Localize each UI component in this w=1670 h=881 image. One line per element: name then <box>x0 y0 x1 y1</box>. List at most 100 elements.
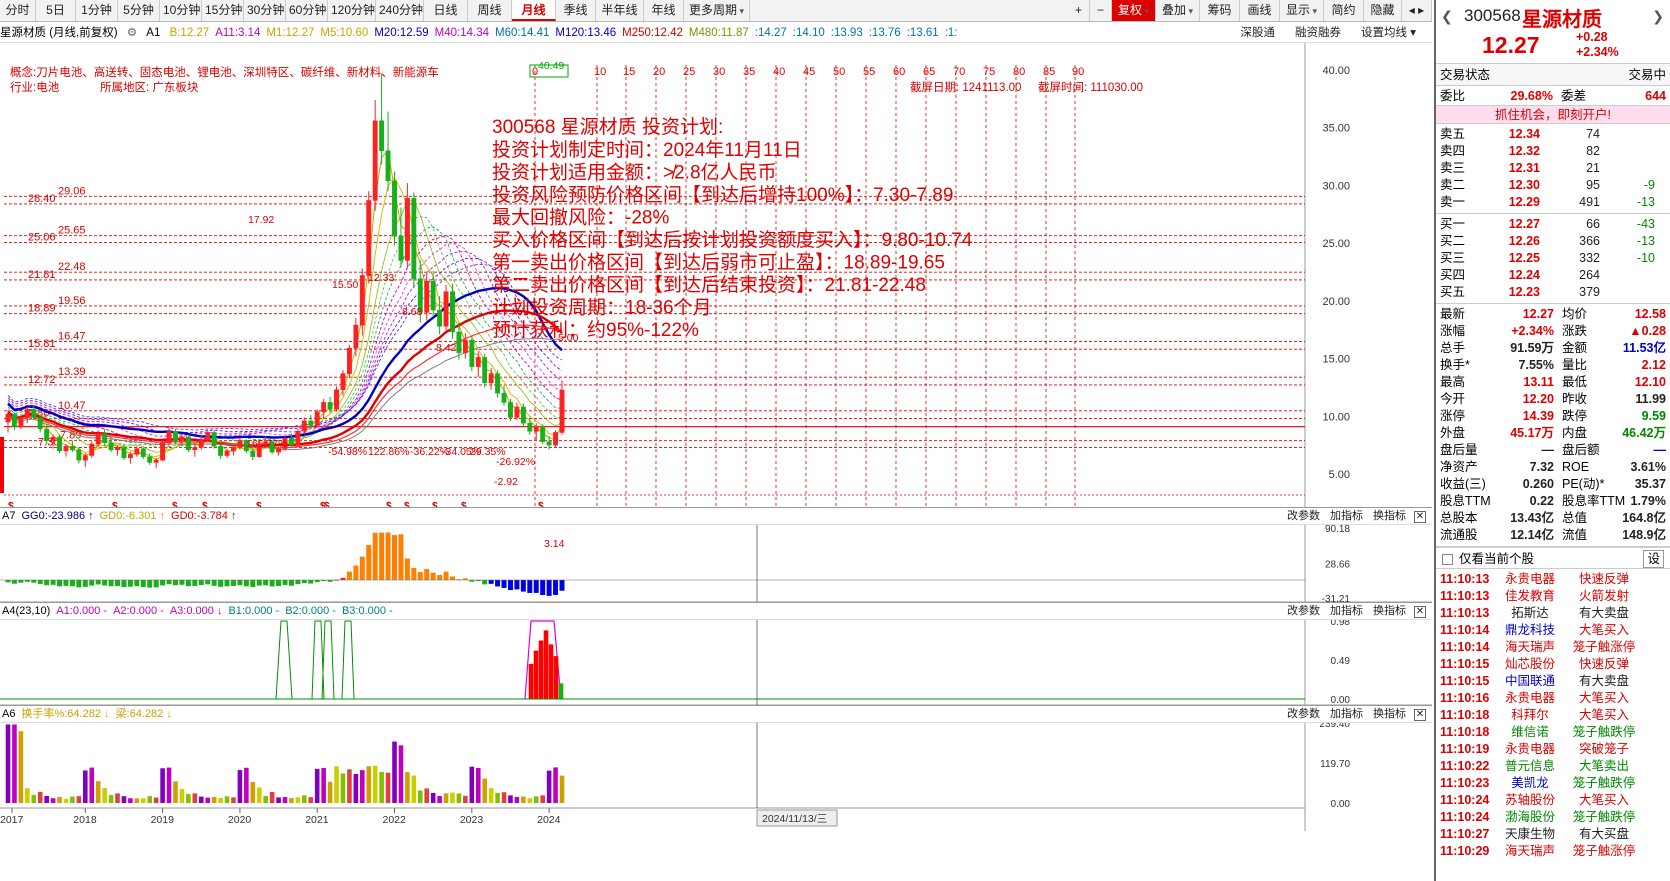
candle-81[interactable] <box>527 417 533 435</box>
draw-line-button[interactable]: 画线 <box>1240 0 1280 21</box>
tick-row[interactable]: 11:10:13 永贵电器 快速反弹 <box>1436 571 1670 588</box>
header-link-1[interactable]: 融资融券 <box>1295 27 1341 39</box>
tick-stock-name[interactable]: 海天瑞声 <box>1496 843 1564 860</box>
tick-stock-name[interactable]: 佳发教育 <box>1496 588 1564 605</box>
period-tab-13[interactable]: 季线 <box>556 0 596 21</box>
brief-button[interactable]: 简约 <box>1324 0 1364 21</box>
tick-stock-name[interactable]: 科拜尔 <box>1496 707 1564 724</box>
candle-58[interactable] <box>379 73 385 165</box>
tick-row[interactable]: 11:10:24 渤海股份 笼子触跌停 <box>1436 809 1670 826</box>
candle-60[interactable] <box>392 171 397 246</box>
period-tab-3[interactable]: 5分钟 <box>118 0 160 21</box>
panel_a4-btn-0[interactable]: 改参数 <box>1287 605 1320 617</box>
candle-74[interactable] <box>482 353 488 388</box>
tick-stock-name[interactable]: 永贵电器 <box>1496 690 1564 707</box>
panel_a7-btn-0[interactable]: 改参数 <box>1287 510 1320 522</box>
sells-row[interactable]: 卖三 12.31 21 <box>1436 160 1670 177</box>
tick-stock-name[interactable]: 永贵电器 <box>1496 741 1564 758</box>
tick-stock-name[interactable]: 天康生物 <box>1496 826 1564 843</box>
candle-12[interactable] <box>82 453 88 468</box>
candle-53[interactable] <box>346 344 352 379</box>
candle-69[interactable] <box>450 283 455 339</box>
candle-24[interactable] <box>160 440 166 462</box>
panel_a6-name[interactable]: A6 <box>2 708 15 720</box>
sells-row[interactable]: 卖五 12.34 74 <box>1436 126 1670 143</box>
candle-45[interactable] <box>295 428 301 447</box>
period-tab-9[interactable]: 240分钟 <box>376 0 424 21</box>
panel_a7-btn-2[interactable]: 换指标 <box>1373 510 1406 522</box>
candle-32[interactable] <box>211 430 217 449</box>
candle-17[interactable] <box>115 445 120 456</box>
checkbox-icon[interactable] <box>1442 554 1453 566</box>
buys-row[interactable]: 买二 12.26 366 -13 <box>1436 233 1670 250</box>
candle-66[interactable] <box>430 270 436 318</box>
tick-stock-name[interactable]: 普元信息 <box>1496 758 1564 775</box>
candle-49[interactable] <box>321 398 327 419</box>
hide-button[interactable]: 隐藏 <box>1364 0 1402 21</box>
tick-row[interactable]: 11:10:29 海天瑞声 笼子触涨停 <box>1436 843 1670 860</box>
candle-54[interactable] <box>353 318 359 357</box>
tick-row[interactable]: 11:10:23 美凯龙 笼子触跌停 <box>1436 775 1670 792</box>
candle-85[interactable] <box>553 430 559 448</box>
candle-10[interactable] <box>69 440 75 453</box>
header-link-0[interactable]: 深股通 <box>1241 27 1276 39</box>
next-stock-icon[interactable]: ❯ <box>1652 8 1664 25</box>
tick-stock-name[interactable]: 维信诺 <box>1496 724 1564 741</box>
candle-63[interactable] <box>411 192 417 289</box>
header-link-2[interactable]: 设置均线 ▾ <box>1361 27 1416 39</box>
tick-row[interactable]: 11:10:13 佳发教育 火箭发射 <box>1436 588 1670 605</box>
only-current-toggle[interactable]: 仅看当前个股 设 <box>1436 547 1670 569</box>
restore-rights-button[interactable]: 复权 <box>1112 0 1156 21</box>
candle-5[interactable] <box>37 416 43 433</box>
close-icon[interactable]: ✕ <box>1414 709 1426 721</box>
indicator-name[interactable]: A1 <box>146 27 160 39</box>
period-tab-10[interactable]: 日线 <box>424 0 468 21</box>
tick-row[interactable]: 11:10:18 维信诺 笼子触跌停 <box>1436 724 1670 741</box>
tick-stock-name[interactable]: 永贵电器 <box>1496 571 1564 588</box>
scroll-arrows-button[interactable]: ◂ ▸ <box>1402 0 1432 21</box>
panel_a6-btn-0[interactable]: 改参数 <box>1287 708 1320 720</box>
tick-row[interactable]: 11:10:14 海天瑞声 笼子触涨停 <box>1436 639 1670 656</box>
period-tab-1[interactable]: 5日 <box>36 0 76 21</box>
candle-13[interactable] <box>89 441 95 458</box>
tick-stock-name[interactable]: 中国联通 <box>1496 673 1564 690</box>
candle-56[interactable] <box>366 191 372 284</box>
buys-row[interactable]: 买四 12.24 264 <box>1436 267 1670 284</box>
period-tab-2[interactable]: 1分钟 <box>76 0 118 21</box>
candle-68[interactable] <box>443 284 449 333</box>
candle-19[interactable] <box>127 452 133 464</box>
tick-stock-name[interactable]: 鼎龙科技 <box>1496 622 1564 639</box>
panel_a7-name[interactable]: A7 <box>2 510 15 522</box>
candle-50[interactable] <box>327 396 333 413</box>
panel_a4-btn-2[interactable]: 换指标 <box>1373 605 1406 617</box>
candle-78[interactable] <box>508 398 513 421</box>
sells-row[interactable]: 卖四 12.32 82 <box>1436 143 1670 160</box>
candle-59[interactable] <box>385 111 391 192</box>
period-tab-11[interactable]: 周线 <box>468 0 512 21</box>
candle-21[interactable] <box>140 447 146 459</box>
candle-76[interactable] <box>495 370 501 398</box>
panel_a4-name[interactable]: A4(23,10) <box>2 605 50 617</box>
tick-stock-name[interactable]: 渤海股份 <box>1496 809 1564 826</box>
close-icon[interactable]: ✕ <box>1414 606 1426 618</box>
plus-button[interactable]: + <box>1068 0 1090 21</box>
minus-button[interactable]: − <box>1090 0 1112 21</box>
panel_a4-btn-1[interactable]: 加指标 <box>1330 605 1363 617</box>
period-tab-8[interactable]: 120分钟 <box>328 0 376 21</box>
period-tab-6[interactable]: 30分钟 <box>244 0 286 21</box>
candle-15[interactable] <box>102 428 108 447</box>
tick-row[interactable]: 11:10:15 灿芯股份 快速反弹 <box>1436 656 1670 673</box>
period-tab-12[interactable]: 月线 <box>512 0 556 21</box>
sells-row[interactable]: 卖二 12.30 95 -9 <box>1436 177 1670 194</box>
candle-79[interactable] <box>514 402 520 420</box>
tick-row[interactable]: 11:10:18 科拜尔 大笔买入 <box>1436 707 1670 724</box>
sells-row[interactable]: 卖一 12.29 491 -13 <box>1436 194 1670 211</box>
candle-33[interactable] <box>218 442 224 459</box>
candle-57[interactable] <box>372 100 378 211</box>
period-tab-7[interactable]: 60分钟 <box>286 0 328 21</box>
candle-3[interactable] <box>24 407 30 424</box>
buys-row[interactable]: 买三 12.25 332 -10 <box>1436 250 1670 267</box>
prev-stock-icon[interactable]: ❮ <box>1441 8 1453 25</box>
candle-52[interactable] <box>340 370 346 396</box>
period-tab-5[interactable]: 15分钟 <box>202 0 244 21</box>
